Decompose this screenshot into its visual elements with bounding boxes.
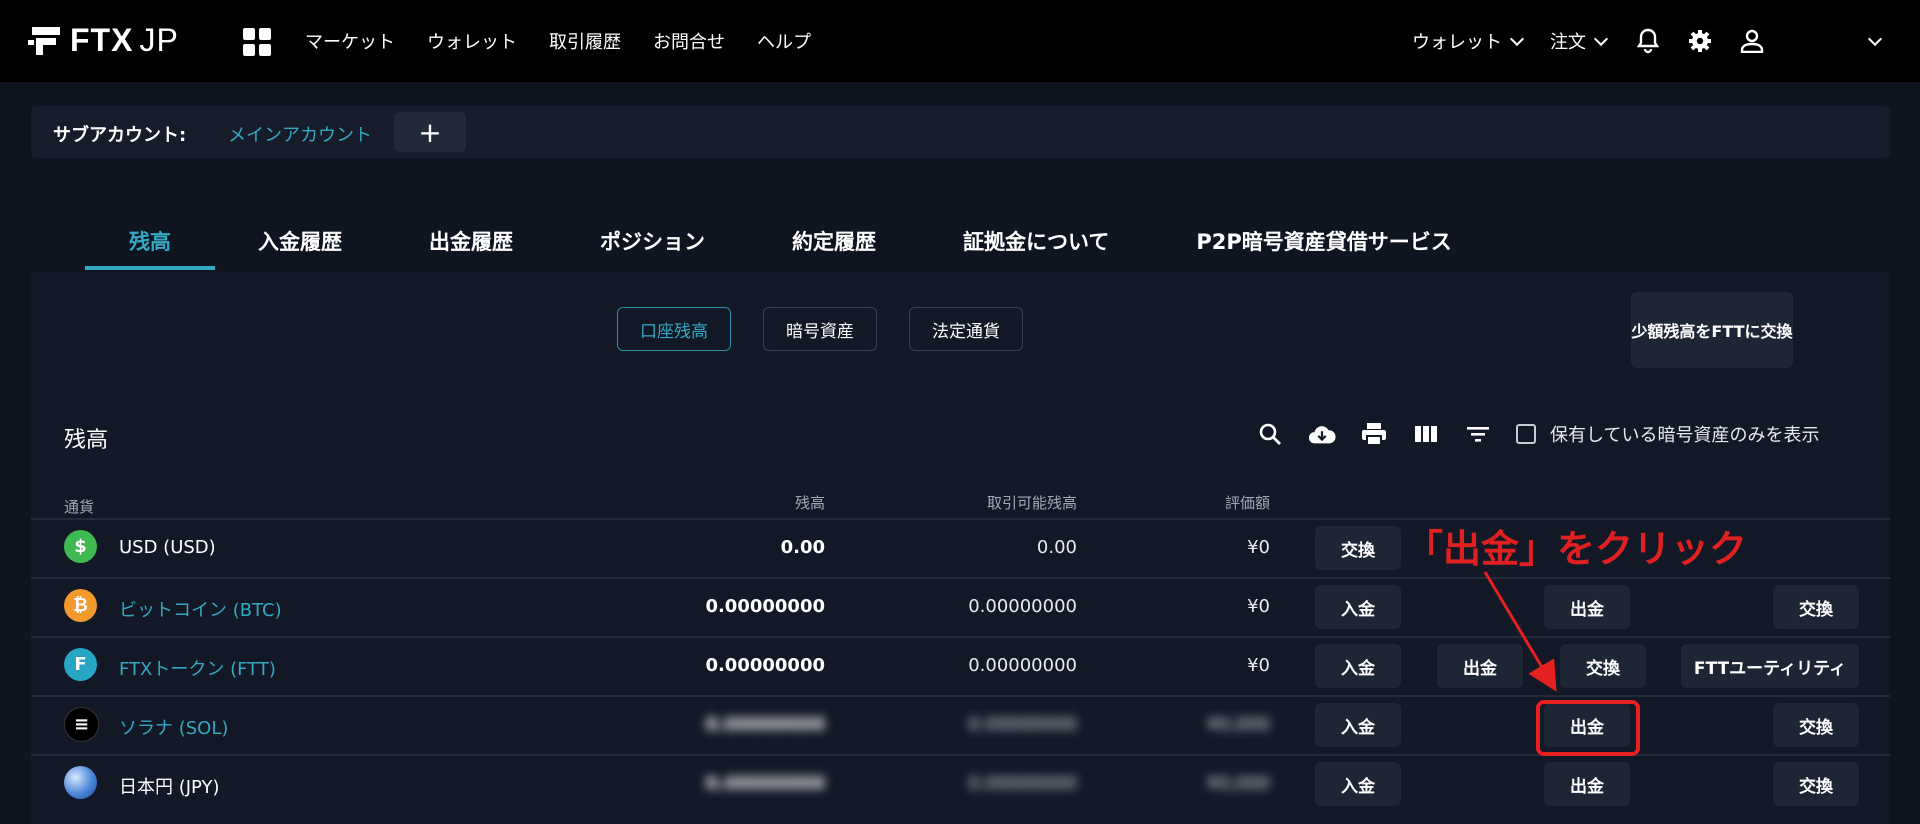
swap-button[interactable]: 交換 bbox=[1773, 703, 1859, 747]
swap-button[interactable]: 交換 bbox=[1315, 526, 1401, 570]
top-navigation-bar: FTX JP マーケット ウォレット 取引履歴 お問合せ ヘルプ ウォレット 注文 bbox=[0, 0, 1920, 82]
ftt-coin-icon: F bbox=[64, 648, 97, 681]
chevron-down-icon bbox=[1867, 31, 1883, 46]
subaccount-label: サブアカウント: bbox=[53, 125, 187, 146]
nav-item-trade-history[interactable]: 取引履歴 bbox=[549, 28, 621, 54]
withdraw-button[interactable]: 出金 bbox=[1437, 644, 1523, 688]
available-value-blurred: 0.00000000 bbox=[968, 714, 1077, 735]
tab-p2p-lending[interactable]: P2P暗号資産貸借サービス bbox=[1196, 218, 1451, 270]
columns-icon[interactable] bbox=[1412, 420, 1440, 448]
valuation-value: ¥0 bbox=[1247, 655, 1270, 676]
bell-icon[interactable] bbox=[1634, 27, 1662, 55]
order-dropdown-label: 注文 bbox=[1550, 32, 1586, 53]
search-icon[interactable] bbox=[1256, 420, 1284, 448]
gear-icon[interactable] bbox=[1686, 27, 1714, 55]
withdraw-button[interactable]: 出金 bbox=[1544, 762, 1630, 806]
filter-fiat[interactable]: 法定通貨 bbox=[909, 307, 1023, 351]
cloud-download-icon[interactable] bbox=[1308, 420, 1336, 448]
header-value: 評価額 bbox=[1224, 494, 1270, 512]
apps-grid-icon[interactable] bbox=[243, 28, 271, 56]
balance-value-blurred: 0.00000000 bbox=[705, 773, 825, 794]
balance-value-blurred: 0.00000000 bbox=[705, 714, 825, 735]
tab-fill-history[interactable]: 約定履歴 bbox=[792, 218, 876, 270]
deposit-button[interactable]: 入金 bbox=[1315, 703, 1401, 747]
nav-item-market[interactable]: マーケット bbox=[305, 28, 395, 54]
withdraw-button[interactable]: 出金 bbox=[1544, 585, 1630, 629]
valuation-value: ¥0 bbox=[1247, 596, 1270, 617]
holdings-only-label: 保有している暗号資産のみを表示 bbox=[1550, 425, 1820, 446]
ftx-logo-icon bbox=[28, 25, 60, 55]
wallet-tabs: 残高 入金履歴 出金履歴 ポジション 約定履歴 証拠金について P2P暗号資産貸… bbox=[85, 218, 1452, 270]
currency-name: USD (USD) bbox=[119, 537, 216, 558]
holdings-only-checkbox[interactable] bbox=[1516, 424, 1536, 444]
ftt-utility-button[interactable]: FTTユーティリティ bbox=[1681, 644, 1859, 688]
tab-positions[interactable]: ポジション bbox=[600, 218, 705, 270]
header-currency: 通貨 bbox=[64, 498, 95, 516]
valuation-value-blurred: ¥0,000 bbox=[1207, 773, 1270, 794]
nav-item-wallet[interactable]: ウォレット bbox=[427, 28, 517, 54]
table-header: 通貨 残高 取引可能残高 評価額 bbox=[31, 482, 1890, 518]
tab-withdrawal-history[interactable]: 出金履歴 bbox=[429, 218, 513, 270]
chevron-down-icon bbox=[1593, 31, 1609, 46]
tab-balance[interactable]: 残高 bbox=[85, 218, 215, 270]
withdraw-highlight-box bbox=[1536, 700, 1640, 756]
valuation-value-blurred: ¥0,000 bbox=[1207, 714, 1270, 735]
balance-value: 0.00000000 bbox=[705, 596, 825, 617]
order-dropdown[interactable]: 注文 bbox=[1550, 28, 1609, 54]
balance-value: 0.00 bbox=[780, 537, 825, 558]
available-value: 0.00000000 bbox=[968, 596, 1077, 617]
deposit-button[interactable]: 入金 bbox=[1315, 585, 1401, 629]
currency-name-link[interactable]: FTXトークン (FTT) bbox=[119, 655, 276, 681]
subaccount-bar: サブアカウント: メインアカウント + bbox=[31, 106, 1890, 158]
currency-name-link[interactable]: ソラナ (SOL) bbox=[119, 714, 228, 740]
print-icon[interactable] bbox=[1360, 420, 1388, 448]
deposit-button[interactable]: 入金 bbox=[1315, 762, 1401, 806]
ftx-jp-logo[interactable]: FTX JP bbox=[28, 22, 179, 58]
wallet-dropdown[interactable]: ウォレット bbox=[1412, 28, 1525, 54]
subaccount-main-link[interactable]: メインアカウント bbox=[228, 121, 372, 147]
valuation-value: ¥0 bbox=[1247, 537, 1270, 558]
balance-value: 0.00000000 bbox=[705, 655, 825, 676]
nav-item-contact[interactable]: お問合せ bbox=[653, 28, 725, 54]
table-row: ₿ ビットコイン (BTC) 0.00000000 0.00000000 ¥0 … bbox=[31, 577, 1890, 637]
add-subaccount-button[interactable]: + bbox=[394, 112, 466, 152]
right-nav: ウォレット 注文 bbox=[1412, 0, 1920, 82]
convert-dust-to-ftt-button[interactable]: 少額残高をFTTに交換 bbox=[1631, 292, 1793, 368]
swap-button[interactable]: 交換 bbox=[1773, 585, 1859, 629]
btc-coin-icon: ₿ bbox=[64, 589, 97, 622]
balance-section-title: 残高 bbox=[64, 428, 109, 453]
nav-item-help[interactable]: ヘルプ bbox=[757, 28, 811, 54]
header-balance: 残高 bbox=[794, 494, 825, 512]
logo-text-light: JP bbox=[139, 21, 179, 58]
table-row: 日本円 (JPY) 0.00000000 0.00000000 ¥0,000 入… bbox=[31, 754, 1890, 814]
table-row: F FTXトークン (FTT) 0.00000000 0.00000000 ¥0… bbox=[31, 636, 1890, 696]
available-value: 0.00 bbox=[1036, 537, 1077, 558]
currency-name: 日本円 (JPY) bbox=[119, 777, 220, 798]
swap-button[interactable]: 交換 bbox=[1773, 762, 1859, 806]
currency-name-link[interactable]: ビットコイン (BTC) bbox=[119, 596, 282, 622]
swap-button[interactable]: 交換 bbox=[1560, 644, 1646, 688]
filter-icon[interactable] bbox=[1464, 420, 1492, 448]
account-dropdown[interactable] bbox=[1790, 27, 1883, 55]
available-value: 0.00000000 bbox=[968, 655, 1077, 676]
tab-deposit-history[interactable]: 入金履歴 bbox=[258, 218, 342, 270]
filter-account-balance[interactable]: 口座残高 bbox=[617, 307, 731, 351]
available-value-blurred: 0.00000000 bbox=[968, 773, 1077, 794]
usd-coin-icon: $ bbox=[64, 530, 97, 563]
annotation-text: 「出金」をクリック bbox=[1405, 527, 1748, 571]
main-nav: マーケット ウォレット 取引履歴 お問合せ ヘルプ bbox=[305, 0, 843, 82]
tab-margin-info[interactable]: 証拠金について bbox=[963, 218, 1109, 270]
deposit-button[interactable]: 入金 bbox=[1315, 644, 1401, 688]
chevron-down-icon bbox=[1509, 31, 1525, 46]
header-available: 取引可能残高 bbox=[986, 494, 1077, 512]
filter-crypto[interactable]: 暗号資産 bbox=[763, 307, 877, 351]
wallet-dropdown-label: ウォレット bbox=[1412, 32, 1502, 53]
sol-coin-icon: ≡ bbox=[64, 707, 99, 742]
jpy-coin-icon bbox=[64, 766, 97, 799]
user-icon[interactable] bbox=[1738, 27, 1766, 55]
table-toolbar: 保有している暗号資産のみを表示 bbox=[1256, 418, 1819, 450]
logo-text-bold: FTX bbox=[70, 21, 134, 58]
